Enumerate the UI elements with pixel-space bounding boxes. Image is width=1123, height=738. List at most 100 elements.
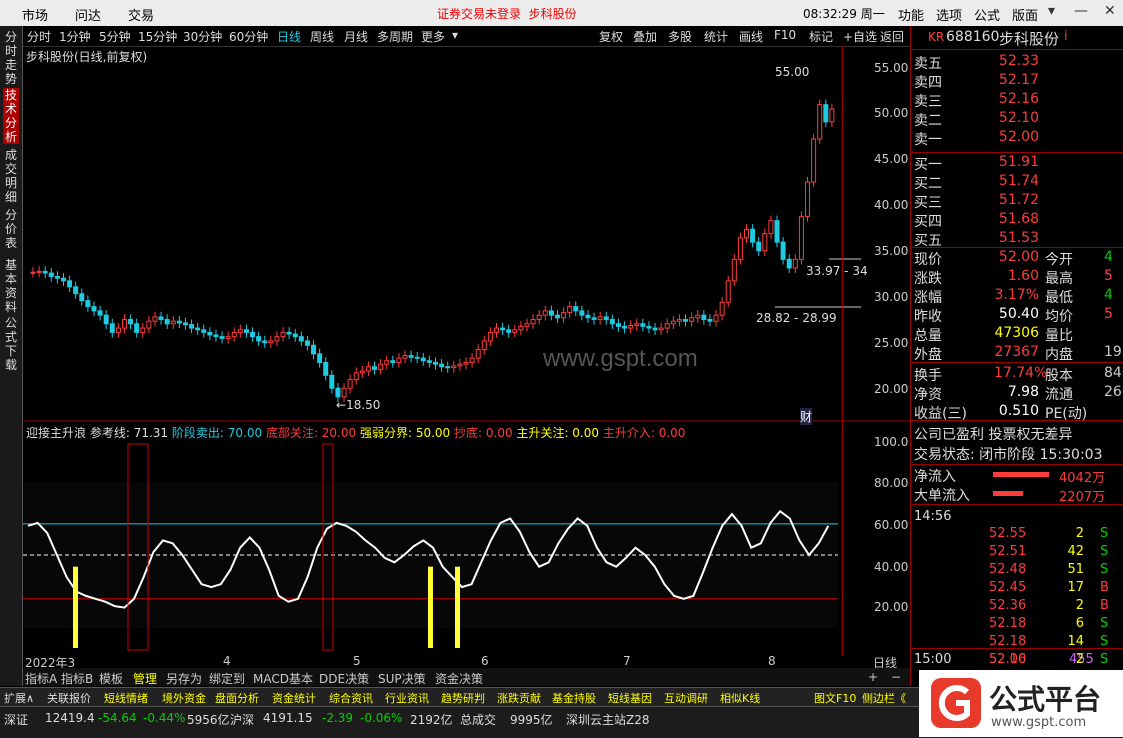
candle-body bbox=[463, 361, 469, 365]
btn-f10[interactable]: F10 bbox=[774, 28, 796, 42]
btn-sentiment[interactable]: 短线情绪 bbox=[104, 690, 148, 706]
btn-back[interactable]: 返回 bbox=[880, 28, 904, 45]
tab-15min[interactable]: 15分钟 bbox=[138, 28, 177, 45]
candle-body bbox=[60, 277, 66, 282]
btn-market-analysis[interactable]: 盘面分析 bbox=[215, 690, 259, 706]
tab-save-as[interactable]: 另存为 bbox=[166, 670, 202, 687]
tab-sup[interactable]: SUP决策 bbox=[378, 670, 426, 687]
menu-wenda[interactable]: 问达 bbox=[75, 5, 101, 24]
menu-market[interactable]: 市场 bbox=[22, 5, 48, 24]
tab-add-icon[interactable]: + bbox=[868, 670, 878, 684]
btn-f10-graphic[interactable]: 图文F10 bbox=[814, 690, 856, 706]
nav-profile[interactable]: 基本资料 bbox=[3, 258, 19, 314]
stat-row-value2: 19 bbox=[1104, 344, 1122, 360]
info-icon[interactable]: i bbox=[1064, 29, 1068, 44]
tab-5min[interactable]: 5分钟 bbox=[99, 28, 131, 45]
btn-interaction[interactable]: 互动调研 bbox=[664, 690, 708, 706]
nav-technical[interactable]: 技术分析 bbox=[3, 88, 19, 144]
nav-price-table[interactable]: 分价表 bbox=[3, 208, 19, 250]
server-station[interactable]: 深圳云主站Z28 bbox=[566, 711, 650, 728]
clock: 08:32:29 周一 bbox=[803, 7, 885, 21]
candle-body bbox=[481, 340, 487, 351]
btn-add-favorite[interactable]: +自选 bbox=[843, 28, 877, 45]
tab-ind-a[interactable]: 指标A bbox=[25, 670, 57, 687]
btn-fund-holding[interactable]: 基金持股 bbox=[552, 690, 596, 706]
tab-60min[interactable]: 60分钟 bbox=[229, 28, 268, 45]
btn-similar-k[interactable]: 相似K线 bbox=[720, 690, 760, 706]
candle-body bbox=[73, 286, 79, 295]
price-chart[interactable]: www.gspt.com bbox=[23, 46, 910, 654]
tab-weekly[interactable]: 周线 bbox=[310, 28, 334, 45]
candle-body bbox=[622, 325, 628, 329]
tab-minute[interactable]: 分时 bbox=[27, 28, 51, 45]
btn-sidebar[interactable]: 侧边栏《 bbox=[862, 690, 906, 706]
tab-1min[interactable]: 1分钟 bbox=[59, 28, 91, 45]
candle-body bbox=[829, 108, 835, 123]
candle-body bbox=[390, 360, 396, 363]
candle-body bbox=[250, 331, 256, 338]
hs-volume: 2192亿 bbox=[410, 713, 453, 727]
candle-body bbox=[115, 327, 121, 333]
btn-mark[interactable]: 标记 bbox=[809, 28, 833, 45]
candle-body bbox=[469, 357, 475, 363]
candle-body bbox=[561, 312, 567, 319]
candle-body bbox=[384, 360, 390, 365]
stat2-row-label2: 股本 bbox=[1045, 368, 1073, 384]
chevron-down-icon[interactable]: ▾ bbox=[452, 28, 458, 42]
btn-foreign[interactable]: 境外资金 bbox=[162, 690, 206, 706]
btn-related[interactable]: 关联报价 bbox=[47, 690, 91, 706]
btn-adjust[interactable]: 复权 bbox=[599, 28, 623, 45]
tab-multi-period[interactable]: 多周期 bbox=[377, 28, 413, 45]
login-status[interactable]: 证券交易未登录 步科股份 bbox=[437, 5, 577, 22]
btn-trend[interactable]: 趋势研判 bbox=[441, 690, 485, 706]
tab-daily[interactable]: 日线 bbox=[277, 28, 301, 45]
tab-bind[interactable]: 绑定到 bbox=[209, 670, 245, 687]
tab-30min[interactable]: 30分钟 bbox=[183, 28, 222, 45]
close-icon[interactable]: ✕ bbox=[1104, 3, 1116, 19]
nav-formula-download[interactable]: 公式下载 bbox=[3, 316, 19, 372]
range-label-2: 28.82 - 28.99 bbox=[756, 311, 837, 325]
candle-body bbox=[731, 258, 737, 282]
btn-draw[interactable]: 画线 bbox=[739, 28, 763, 45]
candle-body bbox=[518, 325, 524, 331]
trade-side: B bbox=[1100, 580, 1109, 595]
menu-trade[interactable]: 交易 bbox=[128, 5, 154, 24]
sz-pct: -0.44% bbox=[143, 711, 186, 725]
candle-body bbox=[189, 324, 195, 329]
tab-remove-icon[interactable]: − bbox=[891, 670, 901, 684]
tab-more[interactable]: 更多 bbox=[421, 28, 445, 45]
x-label-apr: 4 bbox=[223, 654, 231, 668]
btn-expand[interactable]: 扩展∧ bbox=[4, 690, 34, 706]
candle-body bbox=[487, 331, 493, 342]
finance-icon[interactable]: 财 bbox=[800, 408, 813, 425]
btn-overlay[interactable]: 叠加 bbox=[633, 28, 657, 45]
tab-ind-b[interactable]: 指标B bbox=[61, 670, 93, 687]
stat-row-label: 涨跌 bbox=[914, 271, 942, 287]
tab-dde[interactable]: DDE决策 bbox=[319, 670, 369, 687]
tab-manage[interactable]: 管理 bbox=[133, 670, 157, 687]
trade-price: 52.51 bbox=[989, 544, 1027, 559]
btn-short-gene[interactable]: 短线基因 bbox=[608, 690, 652, 706]
nav-detail[interactable]: 成交明细 bbox=[3, 148, 19, 204]
indicator-name[interactable]: 迎接主升浪 bbox=[26, 426, 86, 440]
candle-body bbox=[311, 344, 317, 355]
menu-layout[interactable]: 版面 bbox=[1012, 5, 1038, 24]
btn-news[interactable]: 综合资讯 bbox=[329, 690, 373, 706]
menu-down-icon[interactable]: ▾ bbox=[1048, 3, 1055, 19]
btn-stats[interactable]: 统计 bbox=[704, 28, 728, 45]
btn-fund-stats[interactable]: 资金统计 bbox=[272, 690, 316, 706]
tab-monthly[interactable]: 月线 bbox=[344, 28, 368, 45]
menu-formula[interactable]: 公式 bbox=[974, 5, 1000, 24]
minimize-icon[interactable]: — bbox=[1074, 3, 1088, 19]
tab-template[interactable]: 模板 bbox=[99, 670, 123, 687]
btn-industry[interactable]: 行业资讯 bbox=[385, 690, 429, 706]
ask-row-label: 卖一 bbox=[914, 132, 942, 148]
tab-macd[interactable]: MACD基本 bbox=[253, 670, 313, 687]
tab-fund[interactable]: 资金决策 bbox=[435, 670, 483, 687]
menu-options[interactable]: 选项 bbox=[936, 5, 962, 24]
nav-intraday[interactable]: 分时走势 bbox=[3, 30, 19, 86]
menu-function[interactable]: 功能 bbox=[898, 5, 924, 24]
candle-body bbox=[774, 220, 780, 243]
btn-contribution[interactable]: 涨跌贡献 bbox=[497, 690, 541, 706]
btn-multi-stock[interactable]: 多股 bbox=[668, 28, 692, 45]
